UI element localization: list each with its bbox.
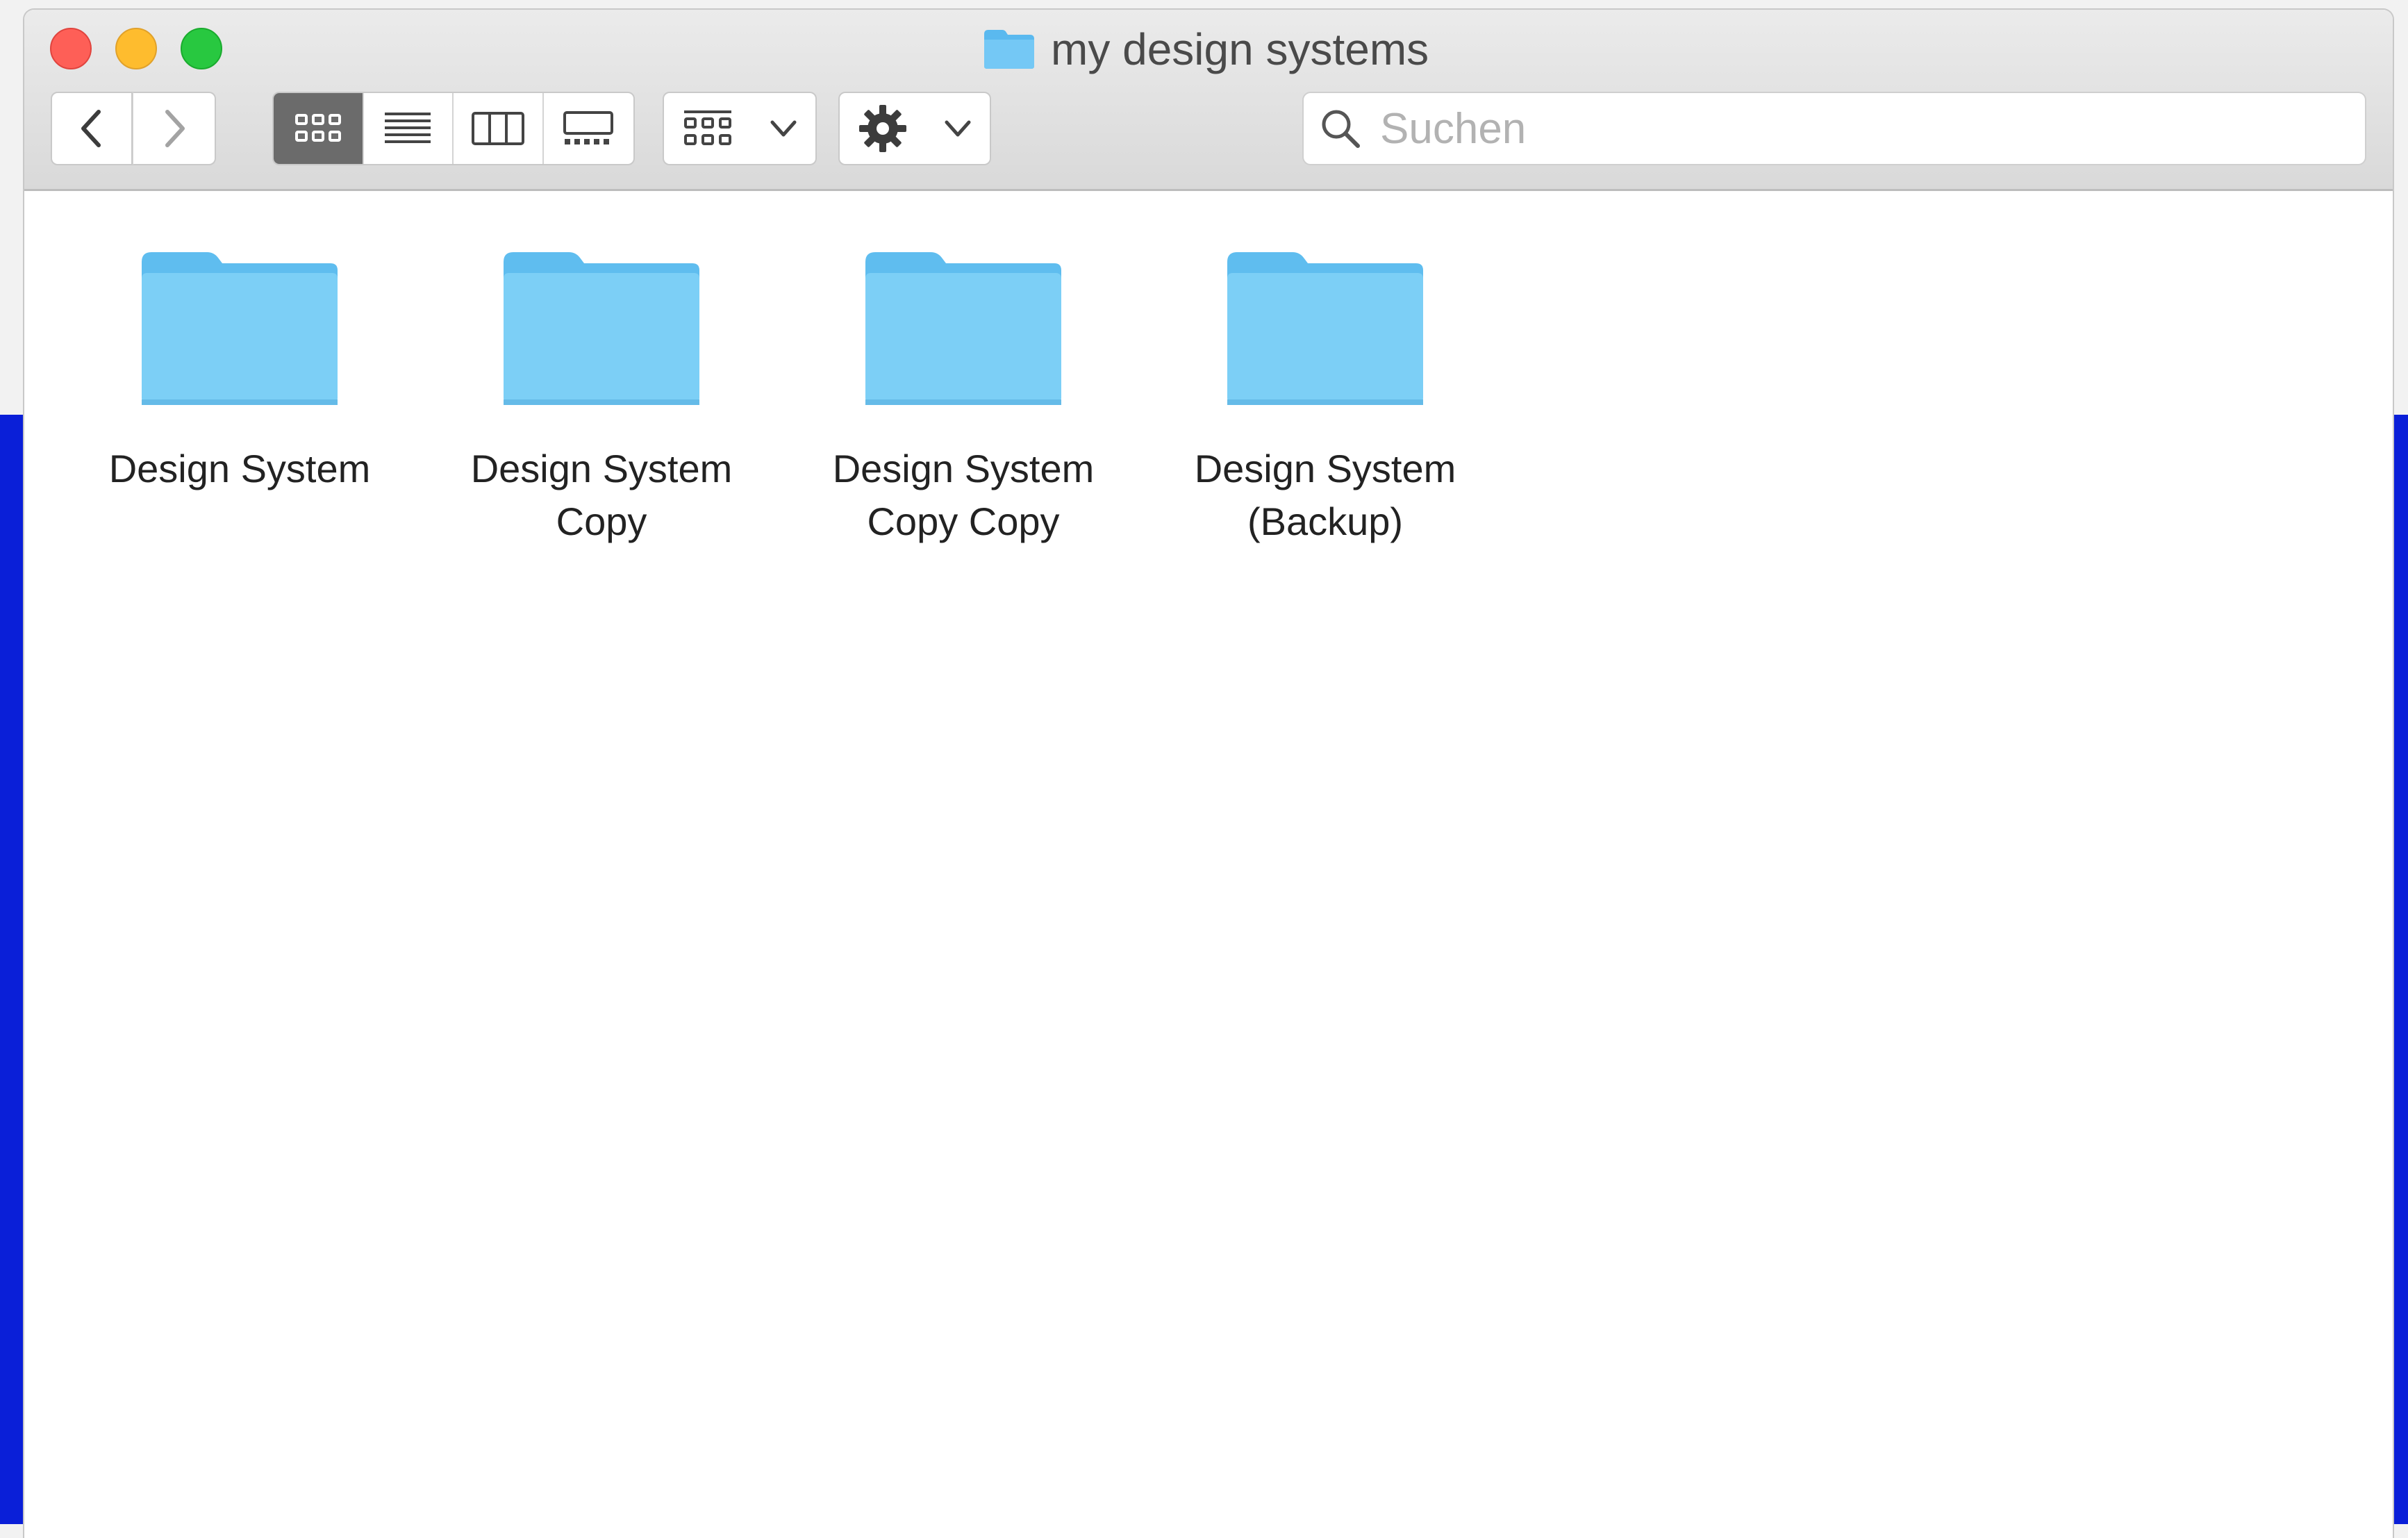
title-bar: my design systems xyxy=(24,10,2393,191)
folder-item[interactable]: Design System xyxy=(59,248,420,495)
folder-item[interactable]: Design System Copy xyxy=(421,248,782,548)
folder-name: Design System Copy Copy xyxy=(832,447,1095,543)
gallery-icon xyxy=(563,111,614,144)
view-mode-segmented-control xyxy=(272,92,635,165)
list-icon xyxy=(385,113,431,143)
column-view-button[interactable] xyxy=(454,93,544,164)
close-window-button[interactable] xyxy=(50,28,92,69)
grid-group-icon xyxy=(683,110,731,145)
icon-grid-icon xyxy=(294,114,341,142)
gear-icon xyxy=(859,105,906,152)
icon-view-button[interactable] xyxy=(274,93,364,164)
minimize-window-button[interactable] xyxy=(115,28,157,69)
back-button[interactable] xyxy=(51,92,133,165)
chevron-right-icon xyxy=(165,110,185,147)
zoom-window-button[interactable] xyxy=(181,28,222,69)
folder-name: Design System Copy xyxy=(470,447,733,543)
finder-window: my design systems Suchen Design System D… xyxy=(24,10,2393,1538)
folder-icon xyxy=(1227,252,1423,405)
folder-name: Design System (Backup) xyxy=(1194,447,1456,543)
chevron-down-icon xyxy=(945,120,971,137)
action-menu-button[interactable] xyxy=(838,92,991,165)
search-input[interactable] xyxy=(1379,103,2284,154)
search-icon xyxy=(1322,110,1360,148)
file-icon-grid: Design System Design System Copy Design … xyxy=(24,191,2393,1538)
gallery-view-button[interactable] xyxy=(544,93,634,164)
folder-item[interactable]: Design System (Backup) xyxy=(1145,248,1506,548)
chevron-left-icon xyxy=(81,110,101,147)
folder-item[interactable]: Design System Copy Copy xyxy=(783,248,1144,548)
search-field[interactable] xyxy=(1302,92,2366,165)
chevron-down-icon xyxy=(770,120,796,137)
list-view-button[interactable] xyxy=(364,93,454,164)
folder-name: Design System xyxy=(108,447,371,490)
folder-icon xyxy=(142,252,338,405)
group-by-button[interactable] xyxy=(663,92,817,165)
window-title: my design systems xyxy=(983,24,1429,74)
window-title-text: my design systems xyxy=(1051,24,1429,74)
folder-icon xyxy=(504,252,699,405)
folder-icon xyxy=(865,252,1061,405)
forward-button[interactable] xyxy=(133,92,216,165)
folder-icon xyxy=(984,30,1034,69)
columns-icon xyxy=(471,112,524,145)
